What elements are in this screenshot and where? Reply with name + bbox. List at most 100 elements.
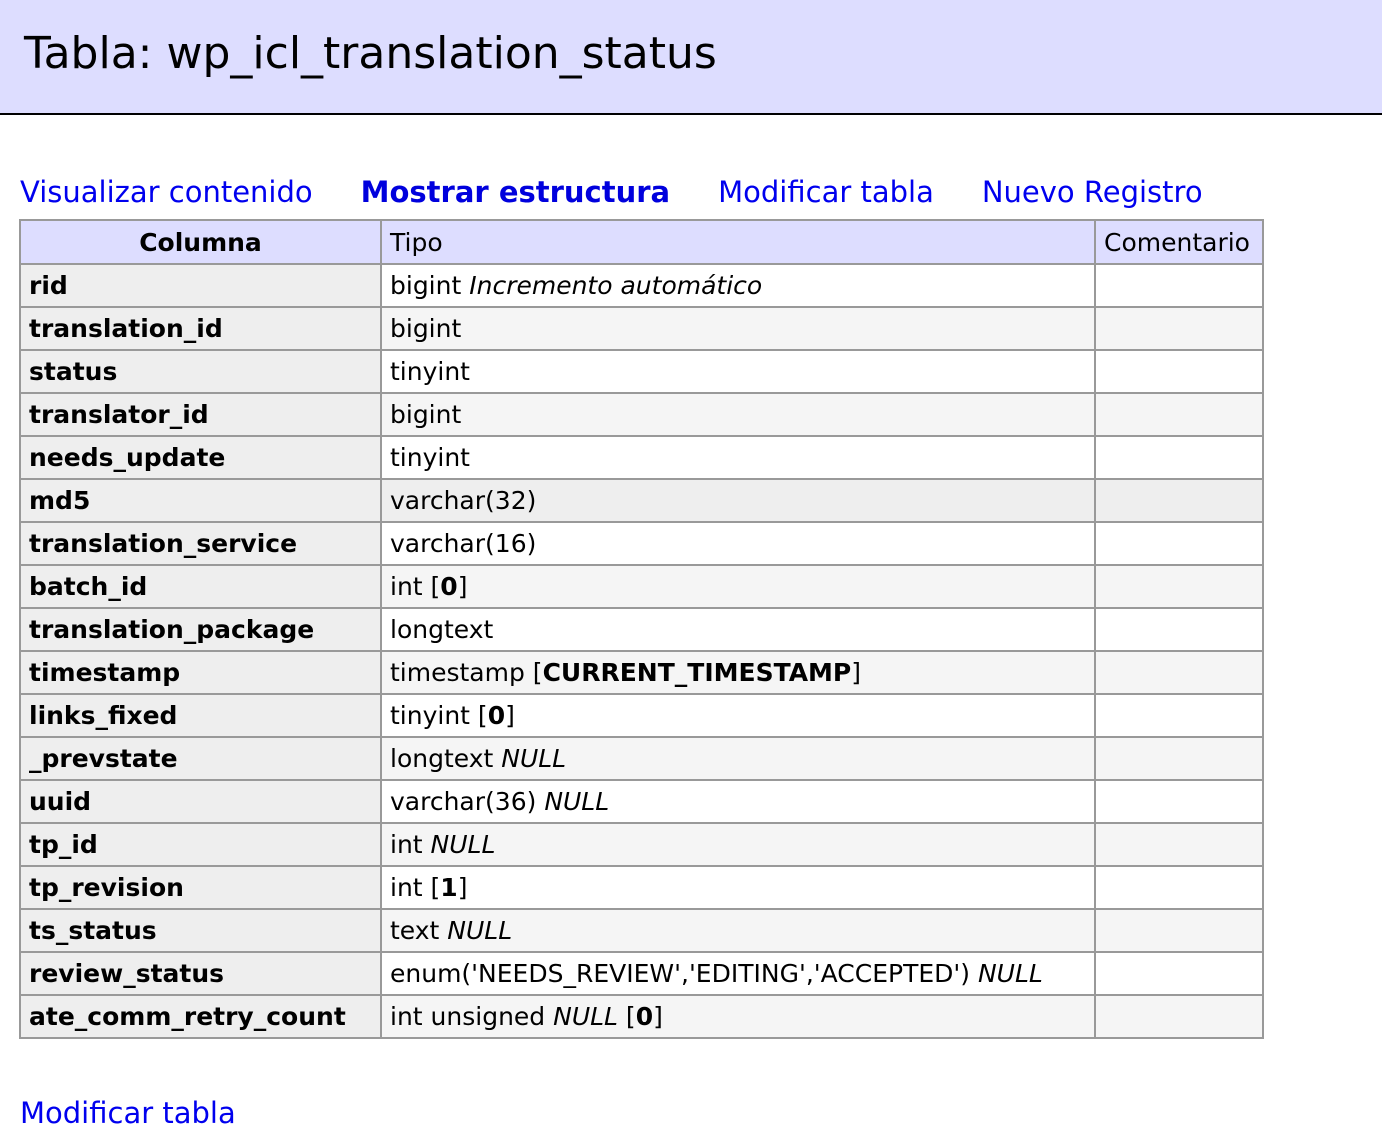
column-type-cell: varchar(36) NULL <box>380 779 1096 824</box>
column-comment-cell <box>1094 951 1264 996</box>
column-name-cell: tp_id <box>19 822 382 867</box>
column-comment-cell <box>1094 994 1264 1039</box>
column-name-cell: rid <box>19 263 382 308</box>
column-comment-cell <box>1094 650 1264 695</box>
type-value: bigint <box>390 271 462 300</box>
default-value: 0 <box>487 701 506 730</box>
column-type-cell: timestamp [CURRENT_TIMESTAMP] <box>380 650 1096 695</box>
table-row: tp_revision int [1] <box>19 865 1264 910</box>
column-type-cell: int [0] <box>380 564 1096 609</box>
null-label: NULL <box>553 1002 618 1031</box>
column-type-cell: bigint <box>380 306 1096 351</box>
column-comment-cell <box>1094 306 1264 351</box>
type-value: text <box>390 916 440 945</box>
table-row: links_fixed tinyint [0] <box>19 693 1264 738</box>
column-name-cell: _prevstate <box>19 736 382 781</box>
table-row: translation_service varchar(16) <box>19 521 1264 566</box>
column-type-cell: varchar(32) <box>380 478 1096 523</box>
column-header-name: Columna <box>19 219 382 265</box>
type-value: varchar(16) <box>390 529 537 558</box>
show-structure-link[interactable]: Mostrar estructura <box>361 172 670 212</box>
column-name-cell: translation_id <box>19 306 382 351</box>
table-row: uuid varchar(36) NULL <box>19 779 1264 824</box>
column-comment-cell <box>1094 478 1264 523</box>
type-value: bigint <box>390 400 462 429</box>
column-comment-cell <box>1094 822 1264 867</box>
column-type-cell: int NULL <box>380 822 1096 867</box>
type-value: tinyint <box>390 443 470 472</box>
column-type-cell: int [1] <box>380 865 1096 910</box>
type-value: int <box>390 572 423 601</box>
table-body: rid bigint Incremento automático translati… <box>19 263 1264 1039</box>
null-label: NULL <box>447 916 513 945</box>
column-name-cell: uuid <box>19 779 382 824</box>
table-header-row: Columna Tipo Comentario <box>19 219 1264 265</box>
column-type-cell: text NULL <box>380 908 1096 953</box>
column-header-comment: Comentario <box>1094 219 1264 265</box>
table-row: needs_update tinyint <box>19 435 1264 480</box>
type-value: int unsigned <box>390 1002 546 1031</box>
null-label: NULL <box>430 830 496 859</box>
table-row: _prevstate longtext NULL <box>19 736 1264 781</box>
column-comment-cell <box>1094 736 1264 781</box>
type-value: tinyint <box>390 701 470 730</box>
column-name-cell: translation_package <box>19 607 382 652</box>
table-row: timestamp timestamp [CURRENT_TIMESTAMP] <box>19 650 1264 695</box>
table-row: translation_id bigint <box>19 306 1264 351</box>
column-name-cell: timestamp <box>19 650 382 695</box>
column-comment-cell <box>1094 693 1264 738</box>
table-row: status tinyint <box>19 349 1264 394</box>
table-row: batch_id int [0] <box>19 564 1264 609</box>
column-name-cell: translation_service <box>19 521 382 566</box>
column-name-cell: batch_id <box>19 564 382 609</box>
column-comment-cell <box>1094 607 1264 652</box>
action-links: Visualizar contenido Mostrar estructura Mo… <box>20 172 1251 212</box>
type-value: varchar(36) <box>390 787 537 816</box>
type-value: timestamp <box>390 658 525 687</box>
page-header: Tabla: wp_icl_translation_status <box>0 0 1382 115</box>
column-type-cell: longtext NULL <box>380 736 1096 781</box>
type-value: longtext <box>390 744 494 773</box>
modify-table-link[interactable]: Modificar tabla <box>718 172 934 212</box>
column-type-cell: longtext <box>380 607 1096 652</box>
column-name-cell: status <box>19 349 382 394</box>
table-row: rid bigint Incremento automático <box>19 263 1264 308</box>
auto-increment-label: Incremento automático <box>469 271 763 300</box>
column-name-cell: needs_update <box>19 435 382 480</box>
column-name-cell: ts_status <box>19 908 382 953</box>
column-type-cell: tinyint <box>380 435 1096 480</box>
type-value: int <box>390 830 423 859</box>
type-value: tinyint <box>390 357 470 386</box>
column-type-cell: bigint Incremento automático <box>380 263 1096 308</box>
default-value: CURRENT_TIMESTAMP <box>542 658 852 687</box>
column-type-cell: varchar(16) <box>380 521 1096 566</box>
new-record-link[interactable]: Nuevo Registro <box>982 172 1203 212</box>
column-comment-cell <box>1094 779 1264 824</box>
column-type-cell: bigint <box>380 392 1096 437</box>
column-name-cell: tp_revision <box>19 865 382 910</box>
column-comment-cell <box>1094 564 1264 609</box>
column-comment-cell <box>1094 349 1264 394</box>
view-content-link[interactable]: Visualizar contenido <box>20 172 313 212</box>
table-row: review_status enum('NEEDS_REVIEW','EDITIN… <box>19 951 1264 996</box>
column-name-cell: md5 <box>19 478 382 523</box>
column-type-cell: enum('NEEDS_REVIEW','EDITING','ACCEPTED'… <box>380 951 1096 996</box>
table-row: translator_id bigint <box>19 392 1264 437</box>
column-comment-cell <box>1094 435 1264 480</box>
column-comment-cell <box>1094 392 1264 437</box>
modify-table-bottom-link[interactable]: Modificar tabla <box>20 1093 236 1133</box>
column-comment-cell <box>1094 865 1264 910</box>
column-comment-cell <box>1094 521 1264 566</box>
type-value: enum('NEEDS_REVIEW','EDITING','ACCEPTED'… <box>390 959 971 988</box>
type-value: longtext <box>390 615 494 644</box>
default-value: 0 <box>635 1002 654 1031</box>
structure-table: Columna Tipo Comentario rid bigint Increm… <box>19 219 1264 1039</box>
default-value: 1 <box>440 873 458 902</box>
column-name-cell: review_status <box>19 951 382 996</box>
table-row: md5 varchar(32) <box>19 478 1264 523</box>
column-name-cell: translator_id <box>19 392 382 437</box>
column-comment-cell <box>1094 908 1264 953</box>
column-name-cell: links_fixed <box>19 693 382 738</box>
column-type-cell: tinyint <box>380 349 1096 394</box>
table-row: translation_package longtext <box>19 607 1264 652</box>
